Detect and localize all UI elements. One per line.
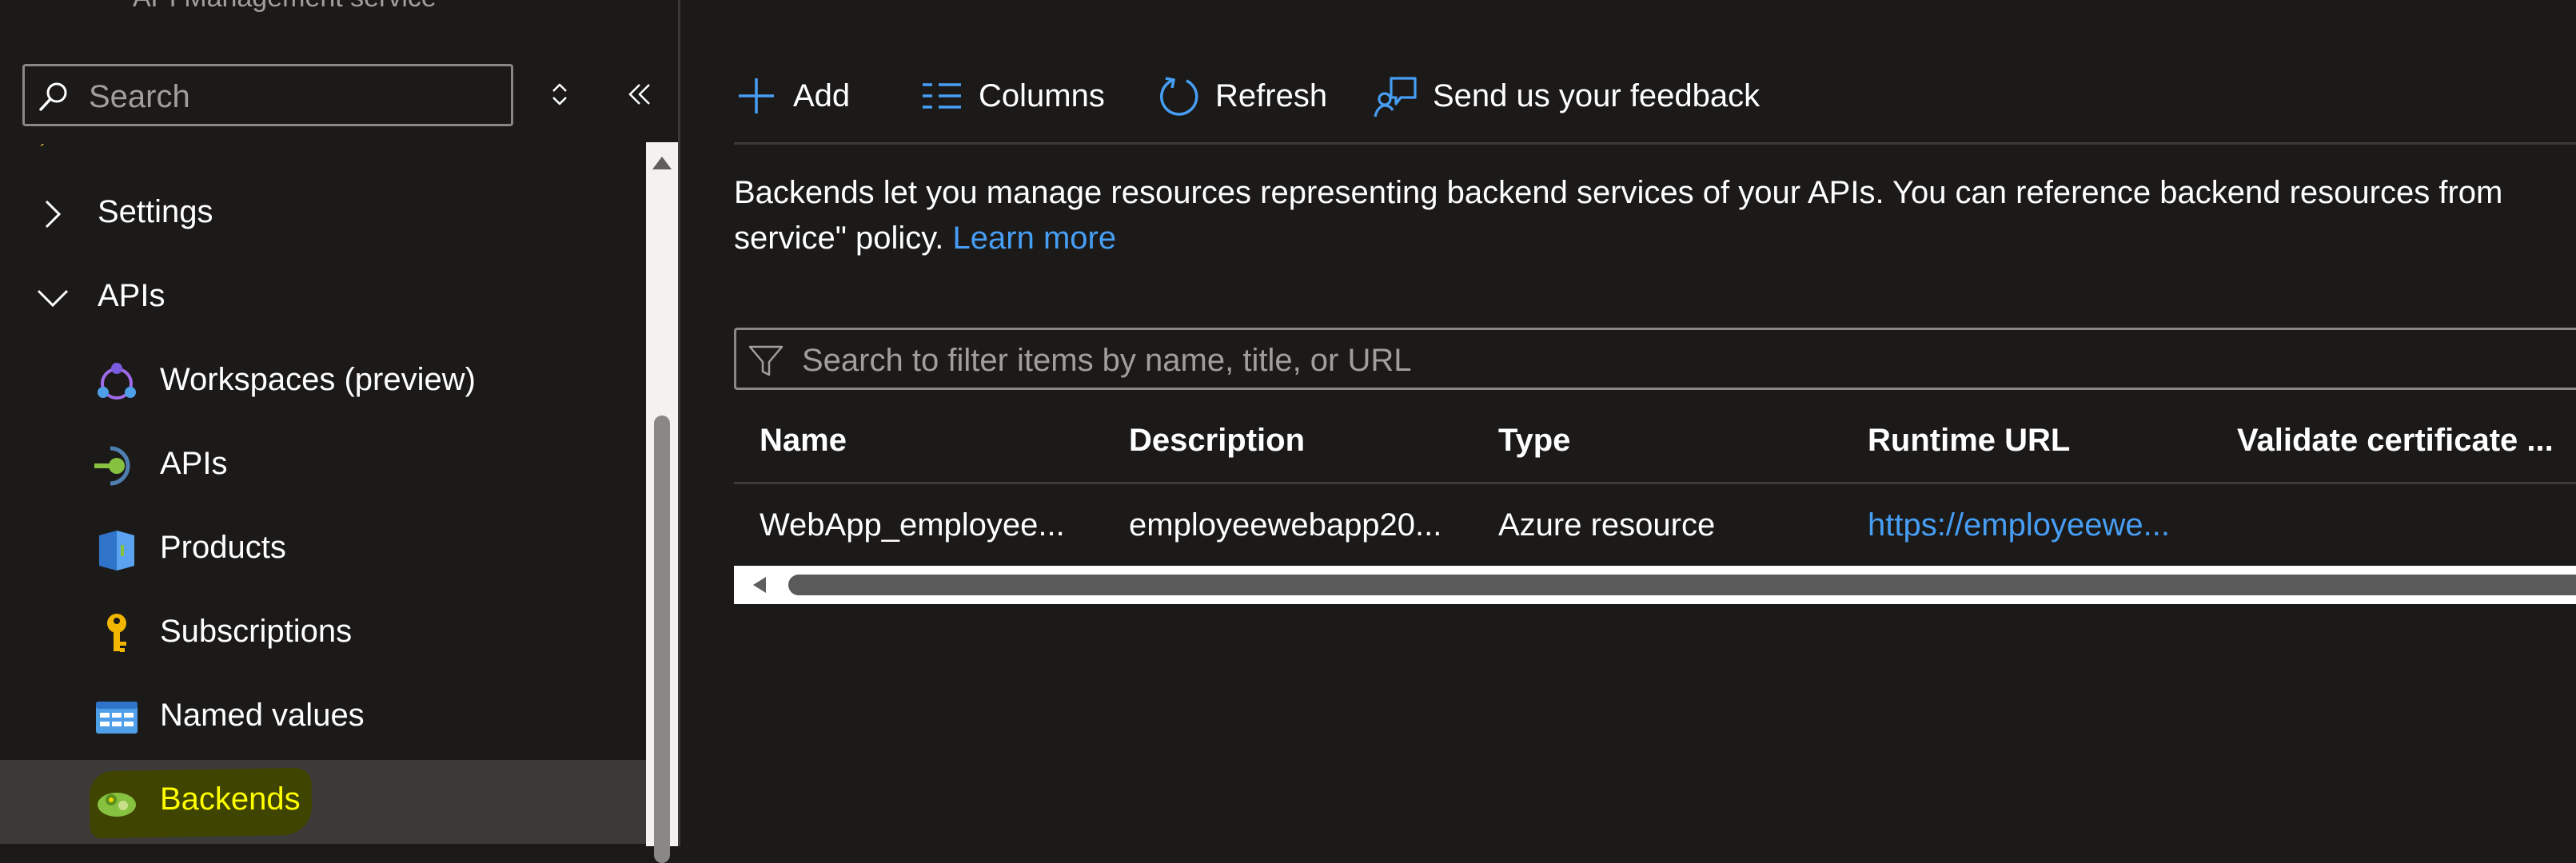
columns-icon: [923, 83, 961, 109]
nav-item-named-values[interactable]: Named values: [0, 676, 646, 760]
sort-icon[interactable]: [544, 78, 576, 110]
column-header-validate-certificate[interactable]: Validate certificate ...: [2237, 400, 2554, 482]
command-bar-divider: [734, 142, 2576, 145]
backends-grid: Name Description Type Runtime URL Valida…: [734, 400, 2576, 567]
filter-icon: [748, 345, 784, 376]
named-values-icon: [96, 702, 138, 734]
add-button-label: Add: [793, 78, 851, 113]
nav-item-label: Named values: [160, 698, 365, 733]
nav-menu: Settings APIs Workspaces (preview) APIs: [0, 142, 646, 846]
nav-group-label: Settings: [98, 194, 213, 229]
nav-search-input[interactable]: [87, 76, 498, 117]
grid-scrollbar-thumb[interactable]: [788, 575, 2576, 595]
nav-item-products[interactable]: Products: [0, 508, 646, 592]
columns-button[interactable]: Columns: [919, 64, 1105, 128]
column-header-description[interactable]: Description: [1129, 400, 1305, 482]
nav-item-backends[interactable]: Backends: [0, 760, 646, 844]
description-line-1: Backends let you manage resources repres…: [734, 175, 2503, 210]
grid-header-row: Name Description Type Runtime URL Valida…: [734, 400, 2576, 484]
chevron-down-icon: [37, 289, 69, 308]
nav-scrollbar-thumb[interactable]: [654, 416, 670, 863]
nav-search-box[interactable]: [22, 64, 513, 126]
column-header-runtime-url[interactable]: Runtime URL: [1868, 400, 2070, 482]
feedback-button[interactable]: Send us your feedback: [1374, 64, 1760, 128]
nav-item-workspaces[interactable]: Workspaces (preview): [0, 340, 646, 424]
table-row[interactable]: WebApp_employee... employeewebapp20... A…: [734, 484, 2576, 567]
backends-icon: [98, 793, 136, 817]
nav-item-label: Subscriptions: [160, 614, 353, 649]
nav-group-label: APIs: [98, 278, 165, 313]
cell-name[interactable]: WebApp_employee...: [760, 484, 1065, 567]
nav-item-label: Workspaces (preview): [160, 362, 476, 397]
products-icon: [99, 531, 134, 571]
nav-scroll-indicator: ´: [40, 142, 46, 160]
feedback-icon: [1374, 77, 1417, 117]
column-header-name[interactable]: Name: [760, 400, 847, 482]
description-line-2-text: service" policy.: [734, 221, 944, 256]
nav-item-label: Backends: [160, 781, 301, 817]
column-header-type[interactable]: Type: [1498, 400, 1570, 482]
nav-item-label: APIs: [160, 446, 228, 481]
collapse-menu-icon[interactable]: [624, 78, 656, 110]
nav-group-settings[interactable]: Settings: [0, 173, 646, 257]
refresh-icon: [1159, 77, 1198, 116]
scroll-left-arrow-icon[interactable]: [750, 575, 769, 595]
grid-horizontal-scrollbar[interactable]: [734, 566, 2576, 604]
search-icon: [39, 82, 67, 111]
nav-scrollbar[interactable]: [646, 142, 678, 863]
add-button[interactable]: Add: [734, 64, 850, 128]
page-description: Backends let you manage resources repres…: [734, 170, 2576, 261]
learn-more-link[interactable]: Learn more: [953, 221, 1117, 256]
service-subtitle: API Management service: [133, 0, 437, 14]
nav-group-apis[interactable]: APIs: [0, 257, 646, 340]
cell-type: Azure resource: [1498, 507, 1716, 543]
scroll-up-arrow-icon[interactable]: [651, 153, 673, 173]
panel-divider: [678, 0, 680, 846]
nav-item-label: Products: [160, 530, 286, 565]
description-line-2: service" policy. Learn more: [734, 216, 2576, 261]
feedback-button-label: Send us your feedback: [1433, 78, 1761, 113]
nav-item-apis[interactable]: APIs: [0, 424, 646, 508]
columns-button-label: Columns: [979, 78, 1105, 113]
filter-input[interactable]: [800, 340, 2562, 381]
refresh-button-label: Refresh: [1215, 78, 1328, 113]
key-icon: [107, 614, 126, 652]
cell-description: employeewebapp20...: [1129, 507, 1442, 543]
chevron-right-icon: [45, 200, 62, 229]
refresh-button[interactable]: Refresh: [1156, 64, 1327, 128]
nav-item-subscriptions[interactable]: Subscriptions: [0, 592, 646, 676]
apis-icon: [94, 446, 130, 486]
filter-box[interactable]: [734, 328, 2576, 390]
cell-runtime-url-link[interactable]: https://employeewe...: [1868, 484, 2170, 567]
plus-icon: [739, 78, 774, 113]
workspaces-icon: [98, 363, 136, 400]
